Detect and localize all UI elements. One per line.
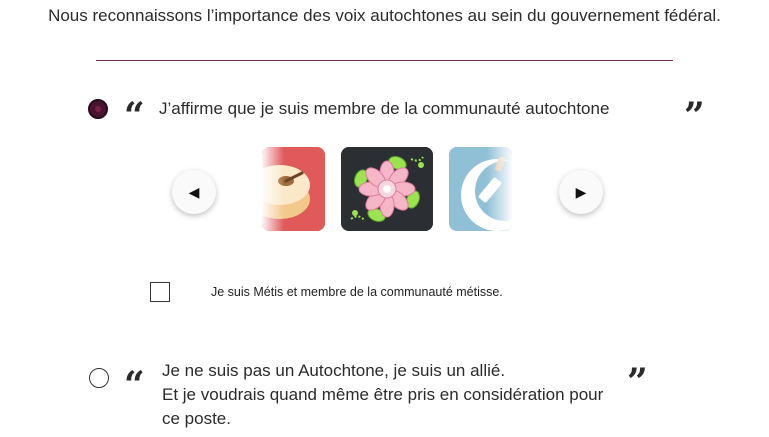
close-quote-icon: ” xyxy=(627,361,648,403)
option-ally-line-2: Et je voudrais quand même être pris en c… xyxy=(162,385,604,404)
option-indigenous-label[interactable]: J’affirme que je suis membre de la commu… xyxy=(159,97,609,121)
open-quote-icon: “ xyxy=(124,364,145,406)
option-ally-line-1: Je ne suis pas un Autochtone, je suis un… xyxy=(162,361,506,380)
drum-icon xyxy=(262,147,325,231)
carousel-card-floral[interactable] xyxy=(341,147,433,231)
carousel-card-moon[interactable] xyxy=(449,147,512,231)
arrow-left-icon: ◀ xyxy=(188,183,200,200)
arrow-right-icon: ▶ xyxy=(575,183,587,200)
floral-beadwork-icon xyxy=(341,147,433,231)
carousel-card-drum[interactable] xyxy=(262,147,325,231)
carousel-next-button[interactable]: ▶ xyxy=(559,170,603,214)
metis-label[interactable]: Je suis Métis et membre de la communauté… xyxy=(211,285,503,299)
option-ally-line-3: ce poste. xyxy=(162,409,231,428)
moon-pipe-icon xyxy=(449,147,512,231)
divider xyxy=(96,60,673,61)
option-ally-label[interactable]: Je ne suis pas un Autochtone, je suis un… xyxy=(162,359,682,431)
close-quote-icon: ” xyxy=(684,95,705,137)
open-quote-icon: “ xyxy=(124,95,145,137)
option-ally-radio[interactable] xyxy=(89,368,109,388)
carousel-prev-button[interactable]: ◀ xyxy=(172,170,216,214)
metis-checkbox[interactable] xyxy=(150,282,170,302)
intro-text: Nous reconnaissons l’importance des voix… xyxy=(48,6,721,25)
option-indigenous-radio[interactable] xyxy=(88,99,108,119)
